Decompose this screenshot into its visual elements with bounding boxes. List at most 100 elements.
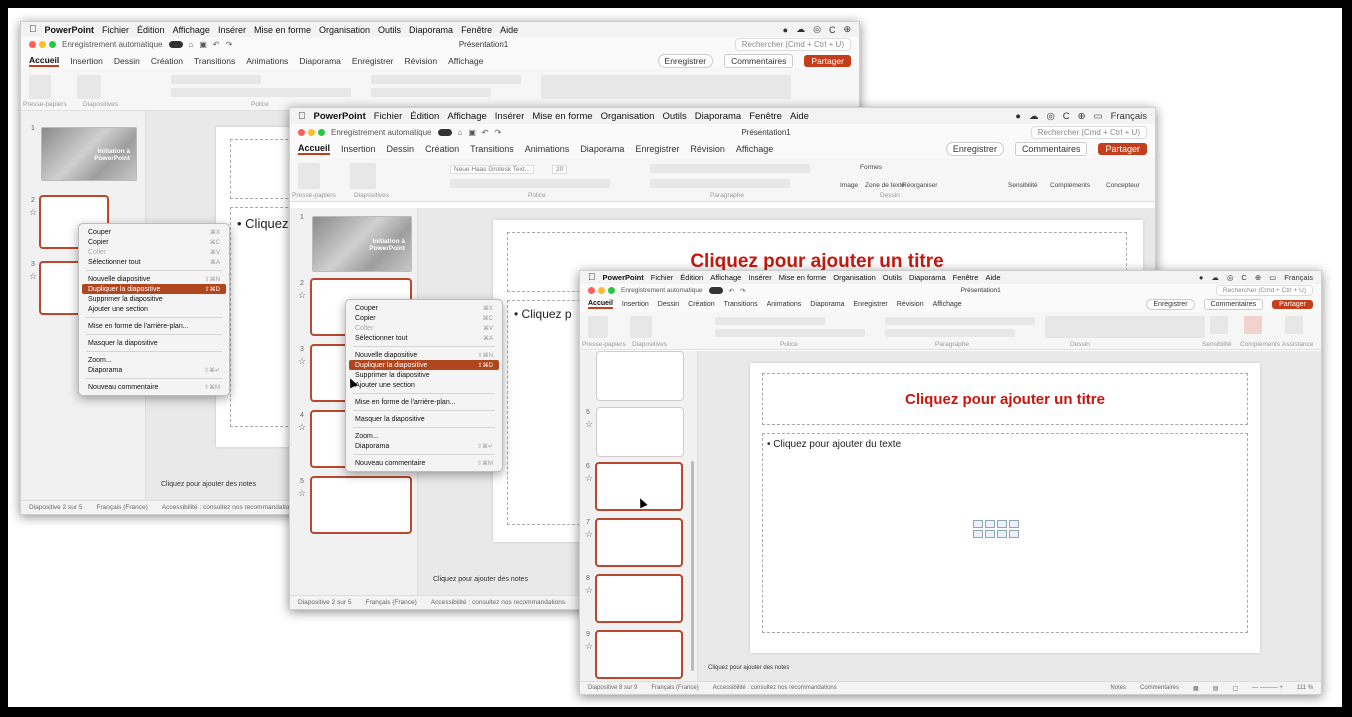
designer-button[interactable]: Concepteur — [1106, 182, 1140, 189]
context-menu-item[interactable]: Copier ⌘C — [349, 313, 499, 323]
tab-design[interactable]: Création — [688, 301, 714, 308]
smartart-icon[interactable] — [997, 520, 1007, 528]
record-icon[interactable]: ● — [783, 25, 788, 35]
tab-home[interactable]: Accueil — [29, 55, 60, 67]
online-picture-icon[interactable] — [973, 530, 983, 538]
menu-edit[interactable]: Édition — [680, 273, 703, 282]
undo-icon[interactable]: ↶ — [729, 287, 734, 295]
language-status[interactable]: Français (France) — [96, 504, 147, 511]
sync-icon[interactable]: ⊕ — [1078, 111, 1086, 122]
slide-thumbnail-7[interactable] — [595, 518, 683, 567]
menu-arrange[interactable]: Organisation — [833, 273, 876, 282]
comments-toggle[interactable]: Commentaires — [1140, 685, 1179, 691]
record-button[interactable]: Enregistrer — [657, 53, 714, 68]
context-menu-item[interactable]: Supprimer la diapositive — [349, 370, 499, 380]
autosave-toggle[interactable] — [168, 41, 183, 48]
tab-slideshow[interactable]: Diaporama — [299, 56, 341, 66]
context-menu-item[interactable]: Sélectionner tout ⌘A — [82, 257, 226, 267]
comments-button[interactable]: Commentaires — [1014, 142, 1088, 156]
tab-draw[interactable]: Dessin — [114, 56, 140, 66]
menu-slideshow[interactable]: Diaporama — [409, 25, 453, 35]
addins-button[interactable]: Compléments — [1050, 182, 1090, 189]
tab-design[interactable]: Création — [151, 56, 183, 66]
context-menu-item[interactable]: Couper ⌘X — [82, 227, 226, 237]
share-button[interactable]: Partager — [1272, 300, 1313, 309]
window-controls[interactable] — [298, 128, 325, 136]
font-name-select[interactable] — [171, 75, 261, 84]
cloud-icon[interactable]: ☁ — [796, 24, 805, 35]
apple-icon[interactable]:  — [588, 272, 596, 283]
new-slide-button[interactable] — [350, 163, 376, 189]
context-menu-item[interactable]: Zoom... — [82, 355, 226, 365]
slide-thumbnail-8[interactable] — [595, 574, 683, 623]
apple-icon[interactable]:  — [298, 111, 306, 122]
save-icon[interactable]: ▣ — [199, 40, 207, 49]
menu-file[interactable]: Fichier — [651, 273, 674, 282]
shapes-button[interactable]: Formes — [860, 164, 882, 171]
tab-slideshow[interactable]: Diaporama — [810, 301, 844, 308]
normal-view-icon[interactable]: ▦ — [1193, 685, 1199, 692]
textbox-button[interactable]: Zone de texte — [865, 182, 905, 189]
context-menu-item[interactable]: Mise en forme de l'arrière-plan... — [349, 397, 499, 407]
tab-home[interactable]: Accueil — [298, 143, 331, 155]
paragraph-row-2[interactable] — [371, 88, 491, 97]
slide-thumbnail-5[interactable] — [596, 407, 684, 457]
paste-button[interactable] — [588, 316, 608, 338]
control-icon[interactable]: C — [1063, 111, 1070, 122]
context-menu-item[interactable]: Nouvelle diapositive ⇧⌘N — [349, 350, 499, 360]
tab-slideshow[interactable]: Diaporama — [580, 144, 624, 154]
menu-slideshow[interactable]: Diaporama — [695, 111, 741, 122]
tab-view[interactable]: Affichage — [736, 144, 773, 154]
cloud-icon[interactable]: ☁ — [1029, 111, 1039, 122]
tab-transitions[interactable]: Transitions — [470, 144, 514, 154]
context-menu-item[interactable]: Diaporama ⇧⌘↵ — [349, 441, 499, 451]
sensitivity-button[interactable]: Sensibilité — [1008, 182, 1038, 189]
tab-insert[interactable]: Insertion — [70, 56, 103, 66]
tab-insert[interactable]: Insertion — [622, 301, 649, 308]
new-slide-button[interactable] — [77, 75, 101, 99]
cloud-icon[interactable]: ☁ — [1211, 273, 1219, 282]
notes-area[interactable]: Cliquez pour ajouter des notes — [433, 576, 528, 583]
context-menu-item[interactable]: Sélectionner tout ⌘A — [349, 333, 499, 343]
save-icon[interactable]: ▣ — [468, 128, 476, 137]
redo-icon[interactable]: ↷ — [495, 128, 502, 137]
content-insert-icons[interactable] — [973, 520, 1019, 538]
addins-button[interactable] — [1244, 316, 1262, 334]
menu-insert[interactable]: Insérer — [218, 25, 246, 35]
app-menu[interactable]: PowerPoint — [603, 273, 644, 282]
sync-icon[interactable]: ⊕ — [843, 24, 851, 35]
tab-animations[interactable]: Animations — [246, 56, 288, 66]
body-placeholder[interactable]: • Cliquez pour ajouter du texte — [762, 433, 1248, 633]
font-name-select[interactable]: Neue Haas Grotesk Text... — [450, 165, 535, 174]
font-format-row[interactable] — [715, 329, 865, 337]
record-icon[interactable]: ● — [1015, 111, 1021, 122]
font-name-select[interactable] — [715, 317, 825, 325]
tab-transitions[interactable]: Transitions — [194, 56, 235, 66]
tab-review[interactable]: Révision — [690, 144, 725, 154]
record-button[interactable]: Enregistrer — [945, 142, 1004, 156]
table-icon[interactable] — [973, 520, 983, 528]
slide-thumbnail-9[interactable] — [595, 630, 683, 679]
tab-draw[interactable]: Dessin — [387, 144, 415, 154]
tab-home[interactable]: Accueil — [588, 300, 613, 309]
image-button[interactable]: Image — [840, 182, 858, 189]
menu-arrange[interactable]: Organisation — [319, 25, 370, 35]
slide[interactable]: Cliquez pour ajouter un titre • Cliquez … — [750, 363, 1260, 653]
context-menu-item[interactable]: Dupliquer la diapositive ⇧⌘D — [349, 360, 499, 370]
context-menu-item[interactable]: Copier ⌘C — [82, 237, 226, 247]
context-menu-item[interactable]: Dupliquer la diapositive ⇧⌘D — [82, 284, 226, 294]
window-icon[interactable]: ▭ — [1094, 111, 1103, 122]
sync-icon[interactable]: ⊕ — [1255, 273, 1261, 282]
tab-view[interactable]: Affichage — [448, 56, 483, 66]
menu-slideshow[interactable]: Diaporama — [909, 273, 946, 282]
font-size-select[interactable]: 20 — [552, 165, 568, 174]
lens-icon[interactable]: ◎ — [1227, 273, 1234, 282]
lens-icon[interactable]: ◎ — [1046, 111, 1054, 122]
font-format-row[interactable] — [171, 88, 351, 97]
tab-record[interactable]: Enregistrer — [854, 301, 888, 308]
language-status[interactable]: Français (France) — [365, 599, 416, 606]
stock-icon[interactable] — [1009, 530, 1019, 538]
new-slide-button[interactable] — [630, 316, 652, 338]
tab-animations[interactable]: Animations — [525, 144, 570, 154]
notes-area[interactable]: Cliquez pour ajouter des notes — [708, 665, 789, 671]
